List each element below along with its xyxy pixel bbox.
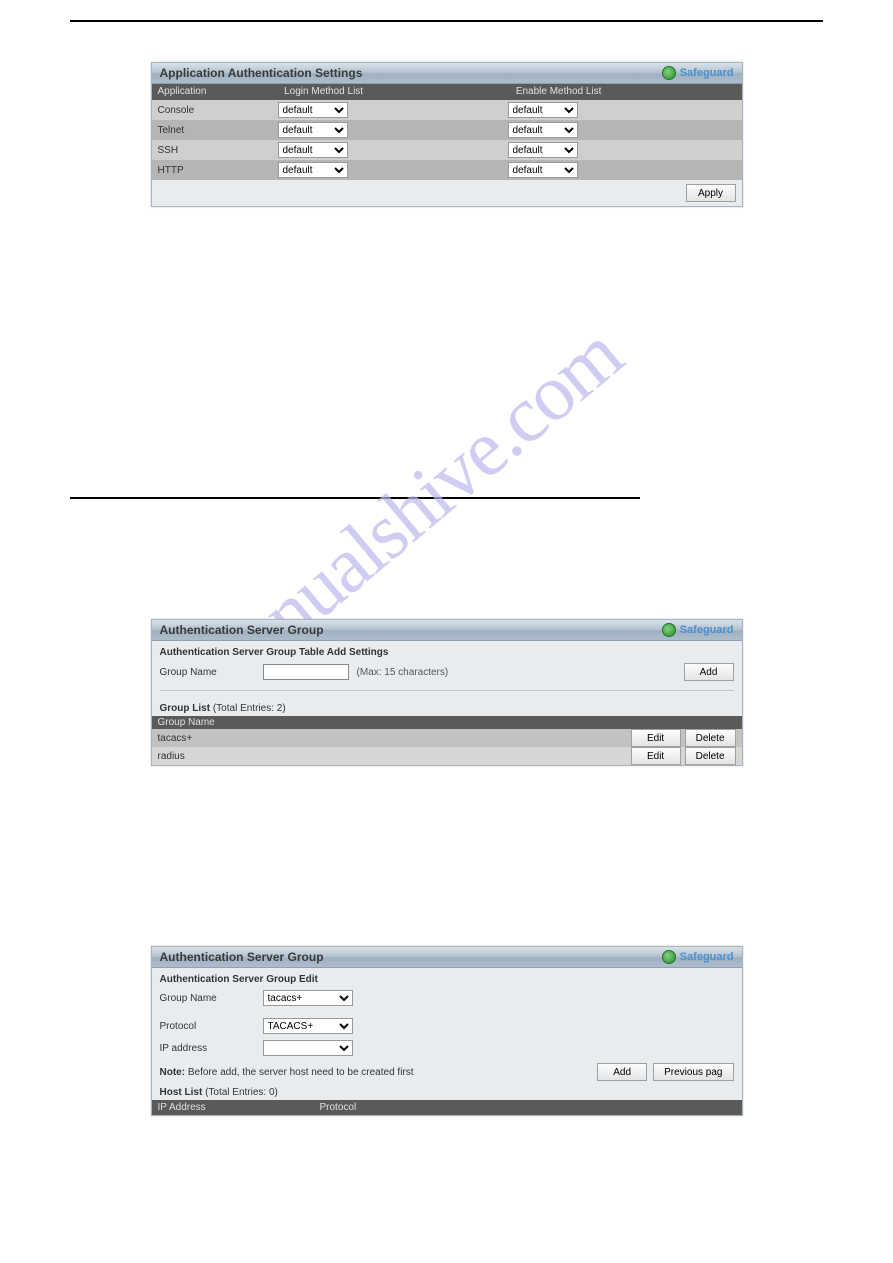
panel-app-auth: Application Authentication Settings Safe… <box>151 62 743 207</box>
safeguard-icon <box>662 66 676 80</box>
host-list-count: (Total Entries: 0) <box>205 1087 278 1098</box>
group-name-cell: tacacs+ <box>152 733 631 744</box>
table-row: HTTP default default <box>152 160 742 180</box>
label-group-name: Group Name <box>160 667 255 678</box>
note-label: Note: <box>160 1067 186 1078</box>
col-header-protocol: Protocol <box>314 1100 426 1115</box>
group-row: tacacs+ Edit Delete <box>152 729 742 747</box>
table-row: SSH default default <box>152 140 742 160</box>
safeguard-icon <box>662 950 676 964</box>
cell-app: HTTP <box>152 165 278 176</box>
edit-button[interactable]: Edit <box>631 747 681 765</box>
group-name-input[interactable] <box>263 664 349 680</box>
form-row-group-name: Group Name (Max: 15 characters) Add <box>152 660 742 684</box>
safeguard-label: Safeguard <box>680 947 734 967</box>
cell-app: Telnet <box>152 125 278 136</box>
panel-title: Application Authentication Settings <box>160 63 363 83</box>
form-row-protocol: Protocol TACACS+ <box>152 1015 742 1037</box>
panel-header: Authentication Server Group Safeguard <box>152 620 742 641</box>
previous-page-button[interactable]: Previous pag <box>653 1063 733 1081</box>
panel-title: Authentication Server Group <box>160 620 324 640</box>
login-method-select[interactable]: default <box>278 102 348 118</box>
hint-max-chars: (Max: 15 characters) <box>357 667 449 678</box>
add-button[interactable]: Add <box>684 663 734 681</box>
col-header-enable: Enable Method List <box>510 84 742 100</box>
note-row: Note: Before add, the server host need t… <box>152 1059 742 1085</box>
group-list-count: (Total Entries: 2) <box>213 703 286 714</box>
panel-auth-server-group-edit: Authentication Server Group Safeguard Au… <box>151 946 743 1116</box>
panel-title: Authentication Server Group <box>160 947 324 967</box>
add-button[interactable]: Add <box>597 1063 647 1081</box>
group-row: radius Edit Delete <box>152 747 742 765</box>
mid-rule <box>70 497 640 499</box>
panel-header: Application Authentication Settings Safe… <box>152 63 742 84</box>
edit-button[interactable]: Edit <box>631 729 681 747</box>
safeguard-badge: Safeguard <box>662 947 734 967</box>
safeguard-badge: Safeguard <box>662 620 734 640</box>
group-list-header: Group Name <box>152 716 742 729</box>
delete-button[interactable]: Delete <box>685 747 736 765</box>
col-header-login: Login Method List <box>278 84 510 100</box>
enable-method-select[interactable]: default <box>508 162 578 178</box>
top-rule <box>70 20 823 22</box>
group-list-label: Group List (Total Entries: 2) <box>152 697 742 716</box>
note-text: Before add, the server host need to be c… <box>188 1067 414 1078</box>
enable-method-select[interactable]: default <box>508 142 578 158</box>
form-row-ip: IP address <box>152 1037 742 1059</box>
login-method-select[interactable]: default <box>278 162 348 178</box>
form-row-group-name: Group Name tacacs+ <box>152 987 742 1009</box>
apply-button[interactable]: Apply <box>686 184 736 202</box>
login-method-select[interactable]: default <box>278 122 348 138</box>
col-header-ip: IP Address <box>152 1100 314 1115</box>
enable-method-select[interactable]: default <box>508 102 578 118</box>
col-header-application: Application <box>152 84 279 100</box>
subsection-title: Authentication Server Group Table Add Se… <box>152 641 742 660</box>
panel-header: Authentication Server Group Safeguard <box>152 947 742 968</box>
safeguard-badge: Safeguard <box>662 63 734 83</box>
label-group-name: Group Name <box>160 993 255 1004</box>
ip-address-select[interactable] <box>263 1040 353 1056</box>
protocol-select[interactable]: TACACS+ <box>263 1018 353 1034</box>
group-name-cell: radius <box>152 751 631 762</box>
group-name-select[interactable]: tacacs+ <box>263 990 353 1006</box>
host-list-header: IP Address Protocol <box>152 1100 742 1115</box>
button-row: Apply <box>152 180 742 206</box>
delete-button[interactable]: Delete <box>685 729 736 747</box>
table-row: Console default default <box>152 100 742 120</box>
label-ip-address: IP address <box>160 1043 255 1054</box>
subsection-title: Authentication Server Group Edit <box>152 968 742 987</box>
group-list-title: Group List <box>160 703 211 714</box>
table-row: Telnet default default <box>152 120 742 140</box>
label-protocol: Protocol <box>160 1021 255 1032</box>
safeguard-label: Safeguard <box>680 63 734 83</box>
cell-app: Console <box>152 105 278 116</box>
safeguard-label: Safeguard <box>680 620 734 640</box>
panel-auth-server-group: Authentication Server Group Safeguard Au… <box>151 619 743 766</box>
separator <box>160 690 734 691</box>
login-method-select[interactable]: default <box>278 142 348 158</box>
host-list-label: Host List (Total Entries: 0) <box>152 1085 742 1100</box>
table-header: Application Login Method List Enable Met… <box>152 84 742 100</box>
cell-app: SSH <box>152 145 278 156</box>
enable-method-select[interactable]: default <box>508 122 578 138</box>
host-list-title: Host List <box>160 1087 203 1098</box>
safeguard-icon <box>662 623 676 637</box>
